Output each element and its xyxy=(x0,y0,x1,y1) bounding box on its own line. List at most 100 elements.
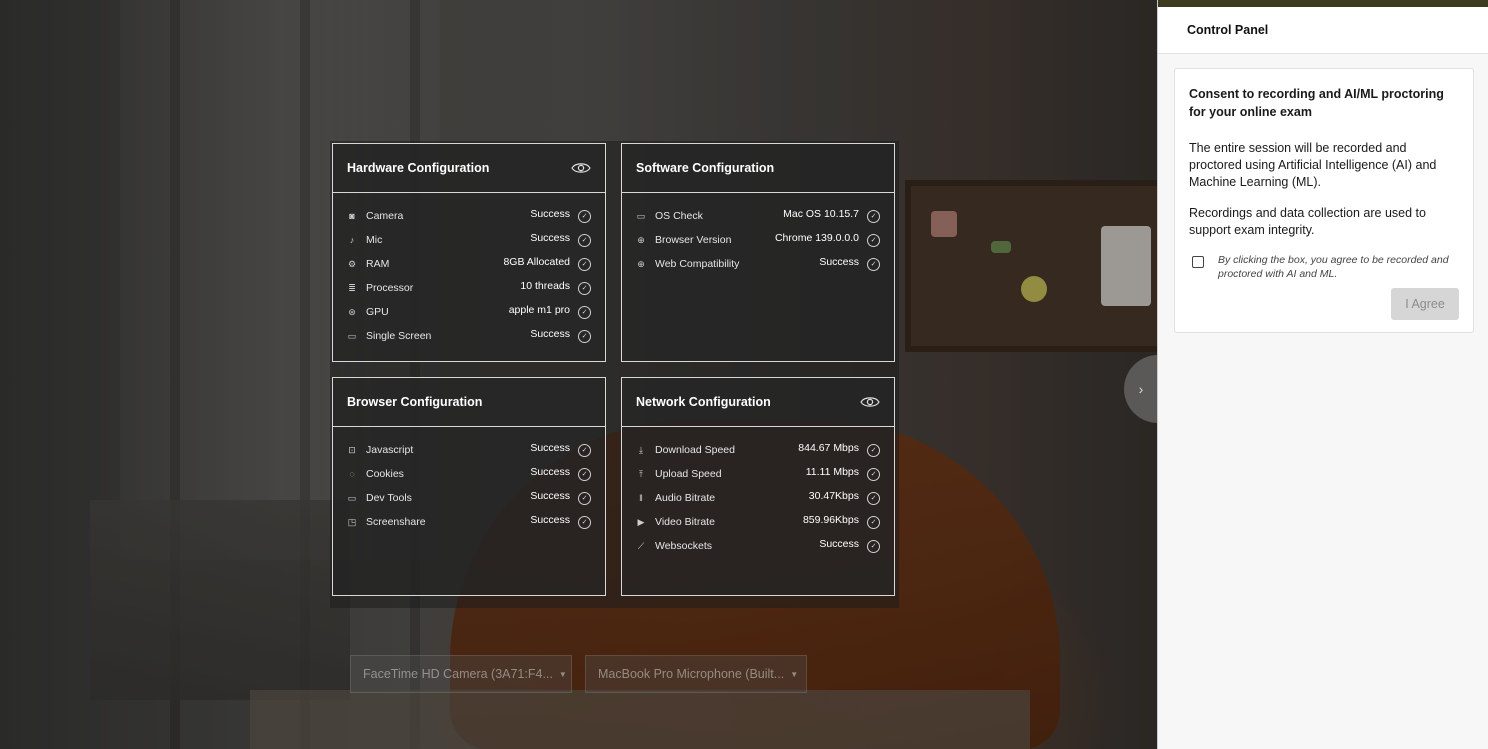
row-label: Cookies xyxy=(366,468,404,480)
microphone-select[interactable]: MacBook Pro Microphone (Built... ▼ xyxy=(585,655,807,693)
check-icon: ✓ xyxy=(578,491,591,505)
eye-icon[interactable] xyxy=(860,395,880,409)
check-icon: ✓ xyxy=(578,257,591,271)
row-value: Success xyxy=(530,208,570,220)
consent-checkbox-label: By clicking the box, you agree to be rec… xyxy=(1218,254,1449,280)
panel-top-bar xyxy=(1158,0,1488,7)
card-title: Network Configuration xyxy=(636,395,771,409)
browser-card: Browser Configuration ⊡ Javascript Success… xyxy=(332,377,606,596)
consent-card: Consent to recording and AI/ML proctorin… xyxy=(1174,68,1474,333)
check-icon: ✓ xyxy=(867,257,880,271)
row-label: Upload Speed xyxy=(655,468,722,480)
check-row-video-bitrate: ▶ Video Bitrate 859.96Kbps ✓ xyxy=(622,510,894,534)
row-label: Audio Bitrate xyxy=(655,492,716,504)
check-icon: ✓ xyxy=(867,233,880,247)
row-label: RAM xyxy=(366,258,390,270)
consent-heading: Consent to recording and AI/ML proctorin… xyxy=(1189,87,1444,119)
check-row-cookies: ◌ Cookies Success ✓ xyxy=(333,462,605,486)
row-value: Success xyxy=(530,232,570,244)
row-label: Video Bitrate xyxy=(655,516,715,528)
hardware-card: Hardware Configuration ◙ Camera Success ✓ ♪… xyxy=(332,143,606,362)
chevron-right-icon: › xyxy=(1138,381,1144,397)
consent-paragraph: Recordings and data collection are used … xyxy=(1189,206,1426,237)
row-value: Success xyxy=(530,514,570,526)
check-icon: ✓ xyxy=(578,209,591,223)
camera-icon: ◙ xyxy=(349,211,355,221)
screenshare-icon: ◳ xyxy=(347,516,357,527)
check-row-devtools: ▭ Dev Tools Success ✓ xyxy=(333,486,605,510)
row-value: 10 threads xyxy=(520,280,570,292)
card-title: Browser Configuration xyxy=(347,395,483,409)
system-check-grid: Hardware Configuration ◙ Camera Success ✓ ♪… xyxy=(330,141,899,608)
row-label: Processor xyxy=(366,282,414,294)
row-value: 859.96Kbps xyxy=(802,514,859,526)
row-value: Mac OS 10.15.7 xyxy=(783,208,859,220)
upload-icon: ⤒ xyxy=(639,468,643,479)
check-icon: ✓ xyxy=(867,491,880,505)
check-icon: ✓ xyxy=(578,443,591,457)
devtools-icon: ▭ xyxy=(347,492,357,503)
check-row-single-screen: ▭ Single Screen Success ✓ xyxy=(333,324,605,348)
plug-icon: ⟋ xyxy=(637,540,645,551)
check-row-websockets: ⟋ Websockets Success ✓ xyxy=(622,534,894,558)
row-label: Websockets xyxy=(655,540,712,552)
row-value: Success xyxy=(530,328,570,340)
camera-select-value: FaceTime HD Camera (3A71:F4... xyxy=(363,667,553,681)
agree-button[interactable]: I Agree xyxy=(1391,288,1459,320)
consent-paragraph: The entire session will be recorded and … xyxy=(1189,141,1437,189)
check-icon: ✓ xyxy=(578,305,591,319)
row-value: 11.11 Mbps xyxy=(805,466,859,478)
check-icon: ✓ xyxy=(578,329,591,343)
check-icon: ✓ xyxy=(867,443,880,457)
consent-checkbox-row[interactable]: By clicking the box, you agree to be rec… xyxy=(1189,253,1459,281)
row-label: Dev Tools xyxy=(366,492,412,504)
row-label: Web Compatibility xyxy=(655,258,740,270)
row-value: Success xyxy=(819,256,859,268)
check-row-download: ⤓ Download Speed 844.67 Mbps ✓ xyxy=(622,438,894,462)
software-card: Software Configuration ▭ OS Check Mac OS 1… xyxy=(621,143,895,362)
check-row-web-compat: ⊕ Web Compatibility Success ✓ xyxy=(622,252,894,276)
row-value: 8GB Allocated xyxy=(503,256,570,268)
chevron-down-icon: ▼ xyxy=(558,669,567,679)
row-value: Success xyxy=(819,538,859,550)
download-icon: ⤓ xyxy=(639,444,643,455)
network-card: Network Configuration ⤓ Download Speed 844… xyxy=(621,377,895,596)
eye-icon[interactable] xyxy=(571,161,591,175)
check-row-processor: ≣ Processor 10 threads ✓ xyxy=(333,276,605,300)
code-icon: ⊡ xyxy=(348,444,356,455)
check-row-ram: ⚙ RAM 8GB Allocated ✓ xyxy=(333,252,605,276)
row-value: Success xyxy=(530,466,570,478)
check-icon: ✓ xyxy=(867,467,880,481)
monitor-icon: ▭ xyxy=(347,330,357,341)
check-row-gpu: ⊛ GPU apple m1 pro ✓ xyxy=(333,300,605,324)
globe-icon: ⊕ xyxy=(637,258,645,269)
row-value: Success xyxy=(530,442,570,454)
cookie-icon: ◌ xyxy=(349,469,355,479)
row-label: Camera xyxy=(366,210,404,222)
row-value: Chrome 139.0.0.0 xyxy=(774,232,859,244)
check-icon: ✓ xyxy=(578,515,591,529)
row-label: Mic xyxy=(366,234,383,246)
row-label: Single Screen xyxy=(366,330,432,342)
check-icon: ✓ xyxy=(578,281,591,295)
consent-checkbox[interactable] xyxy=(1192,256,1204,268)
gpu-icon: ⊛ xyxy=(348,306,356,317)
row-label: Screenshare xyxy=(366,516,426,528)
row-label: Download Speed xyxy=(655,444,735,456)
processor-icon: ≣ xyxy=(348,282,356,293)
row-label: Browser Version xyxy=(655,234,732,246)
row-label: GPU xyxy=(366,306,389,318)
card-title: Software Configuration xyxy=(636,161,775,175)
check-icon: ✓ xyxy=(867,515,880,529)
check-row-camera: ◙ Camera Success ✓ xyxy=(333,204,605,228)
check-row-browser-version: ⊕ Browser Version Chrome 139.0.0.0 ✓ xyxy=(622,228,894,252)
check-icon: ✓ xyxy=(578,467,591,481)
row-label: Javascript xyxy=(366,444,414,456)
row-value: Success xyxy=(530,490,570,502)
camera-select[interactable]: FaceTime HD Camera (3A71:F4... ▼ xyxy=(350,655,572,693)
ram-icon: ⚙ xyxy=(347,258,357,269)
globe-icon: ⊕ xyxy=(637,234,645,245)
row-value: 844.67 Mbps xyxy=(798,442,859,454)
microphone-select-value: MacBook Pro Microphone (Built... xyxy=(598,667,785,681)
card-title: Hardware Configuration xyxy=(347,161,490,175)
